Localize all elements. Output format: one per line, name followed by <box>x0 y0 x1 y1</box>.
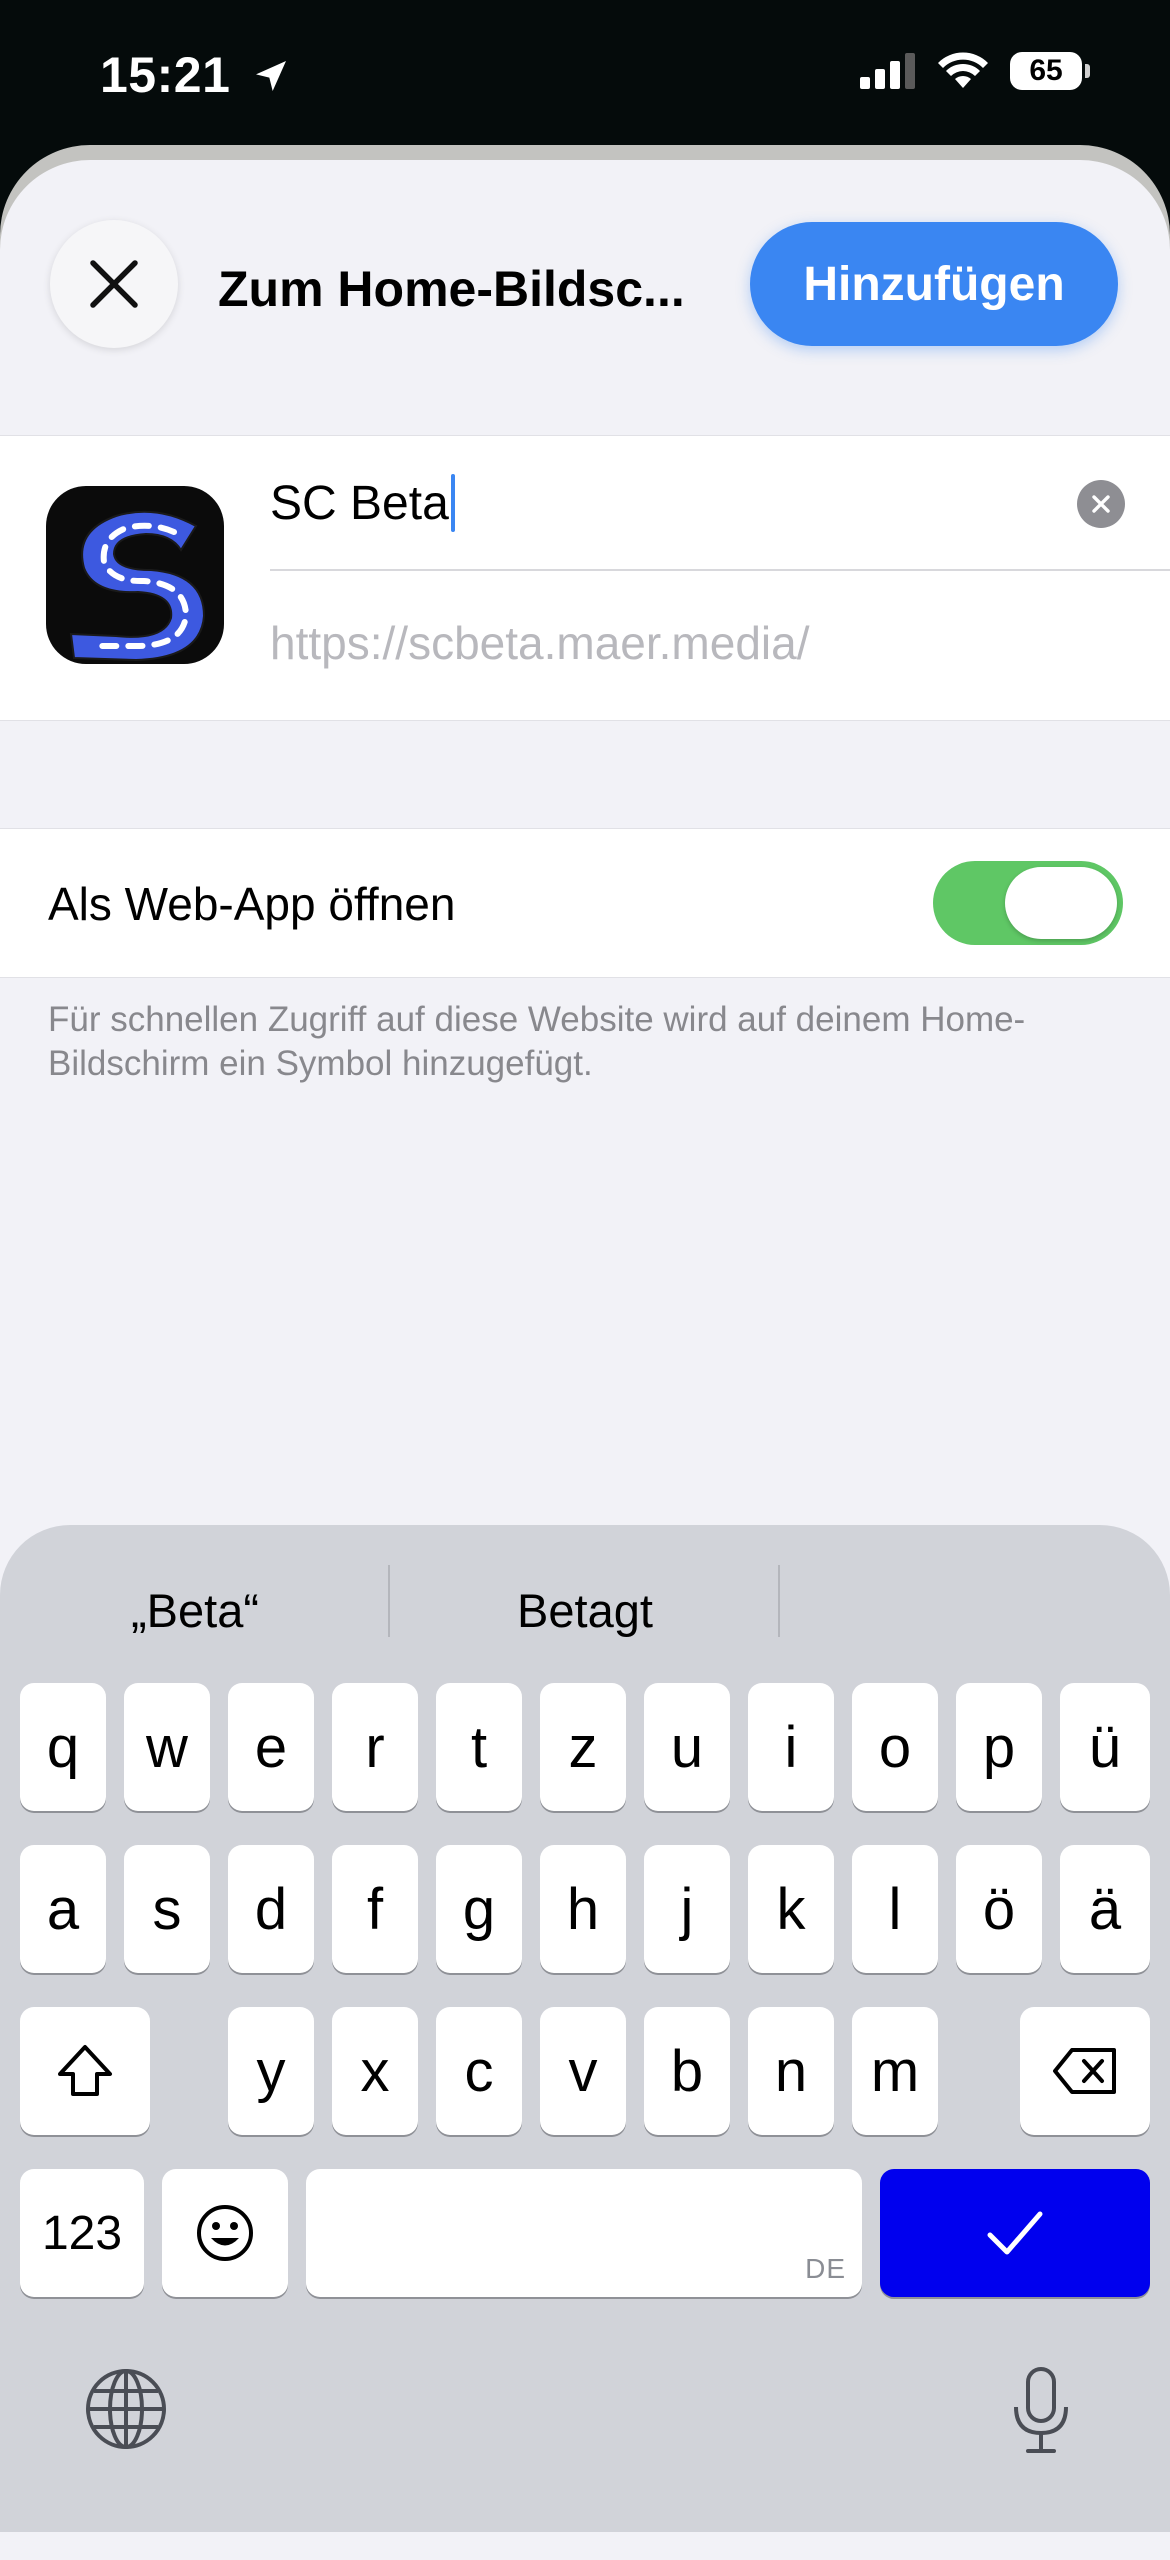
key-r[interactable]: r <box>332 1683 418 1811</box>
web-app-row: Als Web-App öffnen <box>0 828 1170 978</box>
clear-text-button[interactable] <box>1077 480 1125 528</box>
space-key[interactable]: DE <box>306 2169 862 2297</box>
shift-key[interactable] <box>20 2007 150 2135</box>
key-j[interactable]: j <box>644 1845 730 1973</box>
suggestion-1[interactable]: „Beta“ <box>0 1575 390 1645</box>
emoji-icon <box>197 2205 253 2261</box>
name-input[interactable]: SC Beta <box>270 474 455 532</box>
text-cursor <box>450 474 455 532</box>
add-button[interactable]: Hinzufügen <box>750 222 1118 346</box>
key-s[interactable]: s <box>124 1845 210 1973</box>
key-h[interactable]: h <box>540 1845 626 1973</box>
key-g[interactable]: g <box>436 1845 522 1973</box>
key-b[interactable]: b <box>644 2007 730 2135</box>
footer-note: Für schnellen Zugriff auf diese Website … <box>48 1000 1026 1083</box>
key-k[interactable]: k <box>748 1845 834 1973</box>
key-p[interactable]: p <box>956 1683 1042 1811</box>
key-f[interactable]: f <box>332 1845 418 1973</box>
key-oe[interactable]: ö <box>956 1845 1042 1973</box>
key-q[interactable]: q <box>20 1683 106 1811</box>
key-m[interactable]: m <box>852 2007 938 2135</box>
key-e[interactable]: e <box>228 1683 314 1811</box>
backspace-key[interactable] <box>1020 2007 1150 2135</box>
numbers-key[interactable]: 123 <box>20 2169 144 2297</box>
bookmark-card: SC Beta https://scbeta.maer.media/ <box>0 435 1170 721</box>
backspace-icon <box>1053 2048 1116 2094</box>
url-text: https://scbeta.maer.media/ <box>270 617 810 669</box>
web-app-toggle[interactable] <box>933 861 1123 945</box>
key-y[interactable]: y <box>228 2007 314 2135</box>
key-o[interactable]: o <box>852 1683 938 1811</box>
clear-x-icon <box>1092 495 1110 513</box>
key-v[interactable]: v <box>540 2007 626 2135</box>
space-language-label: DE <box>805 2253 846 2284</box>
keyboard: „Beta“ Betagt q w e r t z u i o p ü a s … <box>0 1525 1170 2532</box>
battery-indicator: 65 <box>1010 52 1082 90</box>
add-button-label: Hinzufügen <box>803 257 1065 311</box>
key-t[interactable]: t <box>436 1683 522 1811</box>
key-w[interactable]: w <box>124 1683 210 1811</box>
key-c[interactable]: c <box>436 2007 522 2135</box>
key-z[interactable]: z <box>540 1683 626 1811</box>
key-l[interactable]: l <box>852 1845 938 1973</box>
close-button[interactable] <box>50 220 178 348</box>
field-divider <box>270 569 1170 571</box>
wifi-icon <box>938 52 988 88</box>
toggle-knob <box>1005 867 1117 939</box>
shift-icon <box>58 2045 112 2096</box>
web-app-label: Als Web-App öffnen <box>48 878 456 930</box>
done-key[interactable] <box>880 2169 1150 2297</box>
key-ae[interactable]: ä <box>1060 1845 1150 1973</box>
key-x[interactable]: x <box>332 2007 418 2135</box>
key-a[interactable]: a <box>20 1845 106 1973</box>
app-icon <box>46 486 224 664</box>
status-bar-time: 15:21 <box>100 46 291 104</box>
cellular-signal-icon <box>860 53 915 89</box>
suggestion-3[interactable] <box>780 1575 1170 1645</box>
key-n[interactable]: n <box>748 2007 834 2135</box>
sheet-title: Zum Home-Bildsc... <box>218 261 685 317</box>
suggestion-2[interactable]: Betagt <box>390 1575 780 1645</box>
location-arrow-icon <box>255 61 286 91</box>
key-u[interactable]: u <box>644 1683 730 1811</box>
key-ue[interactable]: ü <box>1060 1683 1150 1811</box>
close-icon <box>90 260 138 308</box>
microphone-icon[interactable] <box>1006 2365 1076 2455</box>
globe-icon[interactable] <box>84 2367 168 2451</box>
status-bar-indicators: 65 <box>860 52 1090 90</box>
key-i[interactable]: i <box>748 1683 834 1811</box>
name-input-value: SC Beta <box>270 476 449 530</box>
emoji-key[interactable] <box>162 2169 288 2297</box>
checkmark-icon <box>987 2211 1043 2255</box>
key-d[interactable]: d <box>228 1845 314 1973</box>
